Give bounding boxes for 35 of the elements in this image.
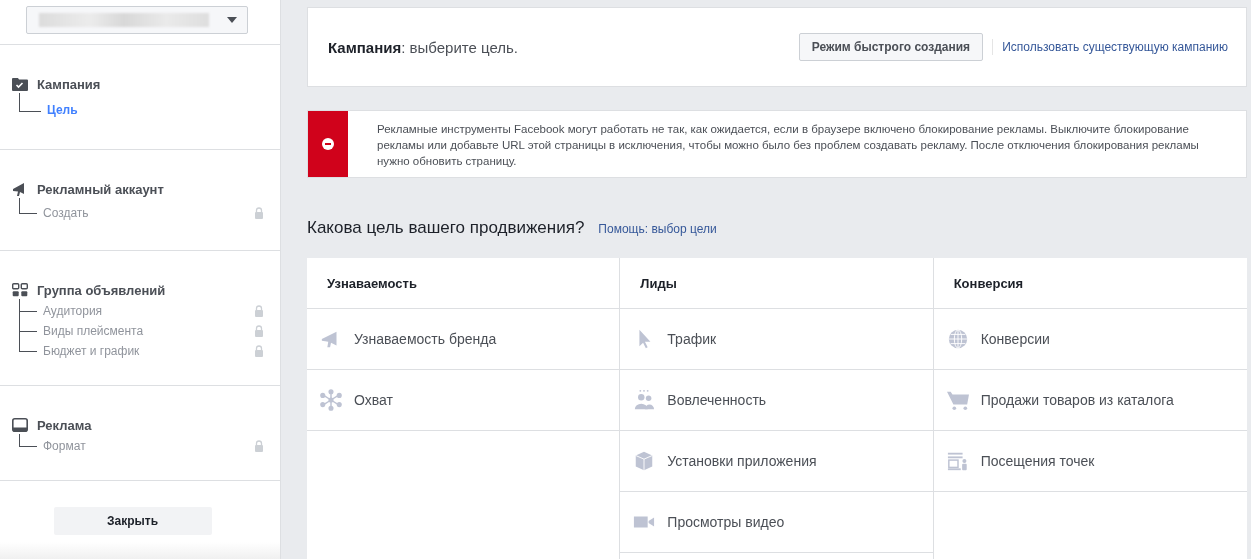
existing-campaign-link[interactable]: Использовать существующую кампанию bbox=[1002, 40, 1228, 54]
objective-option[interactable]: Вовлеченность bbox=[620, 370, 933, 431]
cart-icon bbox=[946, 389, 969, 411]
quick-mode-button[interactable]: Режим быстрого создания bbox=[798, 33, 984, 61]
objective-option[interactable]: Просмотры видео bbox=[620, 492, 933, 553]
caret-icon bbox=[227, 17, 237, 23]
step-link[interactable]: Цель bbox=[47, 103, 264, 117]
nodes-icon bbox=[320, 389, 342, 411]
tablet-icon bbox=[12, 418, 28, 432]
objective-option[interactable]: Посещения точек bbox=[933, 431, 1247, 492]
alert-message: Рекламные инструменты Facebook могут работать не так, как ожидается, если в браузере включено блокирование рекламы. Выключите блокирование рекламы или добавьте URL этой страницы в исключения, чтобы можно было без проблем создавать рекламу. После отключения блокирования рекламы нужно обновить страницу. bbox=[376, 122, 1200, 169]
folder-check-icon bbox=[12, 77, 28, 91]
section-title[interactable]: Кампания bbox=[37, 76, 101, 92]
globe-icon bbox=[946, 328, 969, 350]
help-link[interactable]: Помощь: выбор цели bbox=[598, 222, 717, 236]
objective-option[interactable]: Охват bbox=[307, 370, 620, 431]
section-title[interactable]: Реклама bbox=[37, 417, 92, 433]
close-button[interactable]: Закрыть bbox=[53, 507, 212, 535]
column-title: Лиды bbox=[620, 258, 933, 309]
objective-option[interactable]: Продажи товаров из каталога bbox=[933, 370, 1247, 431]
column-title: Узнаваемость bbox=[307, 258, 620, 309]
objective-option[interactable]: Трафик bbox=[620, 309, 933, 370]
objective-option[interactable]: Установки приложения bbox=[620, 431, 933, 492]
header-title: Кампания: выберите цель. bbox=[328, 38, 518, 56]
objective-option[interactable]: Узнаваемость бренда bbox=[307, 309, 620, 370]
objective-option[interactable]: Конверсии bbox=[933, 309, 1247, 370]
column-title: Конверсия bbox=[933, 258, 1247, 309]
objective-heading: Какова цель вашего продвижения? bbox=[307, 218, 585, 238]
section-title[interactable]: Группа объявлений bbox=[37, 282, 166, 298]
grid-icon bbox=[12, 283, 28, 297]
account-dropdown[interactable] bbox=[26, 6, 248, 34]
store-person-icon bbox=[946, 450, 969, 472]
blocked-icon bbox=[322, 138, 334, 150]
section-title[interactable]: Рекламный аккаунт bbox=[37, 181, 164, 197]
people-icon bbox=[633, 389, 656, 411]
